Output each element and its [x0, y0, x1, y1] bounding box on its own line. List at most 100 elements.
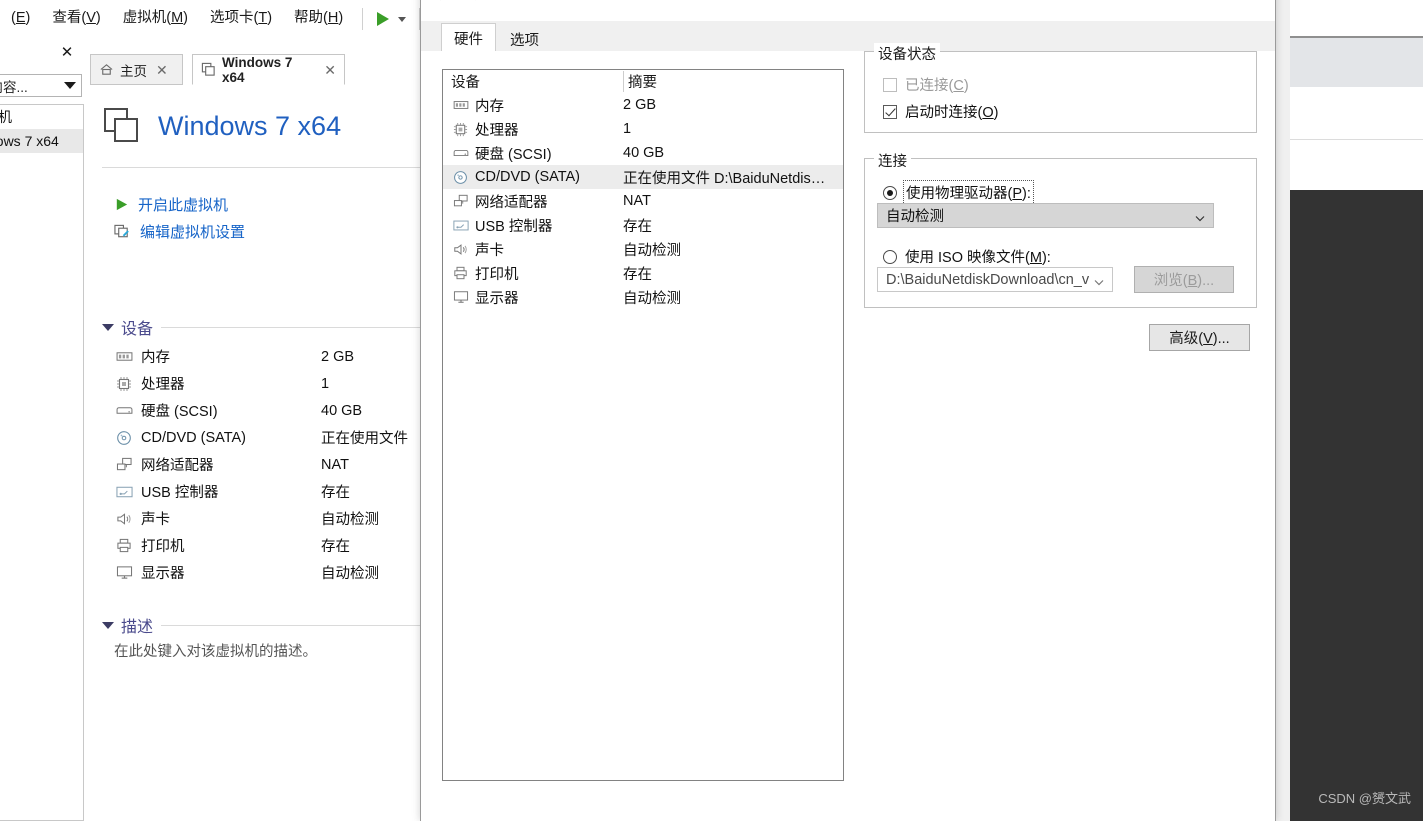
page-title: Windows 7 x64	[158, 110, 342, 141]
device-value: 存在	[321, 485, 350, 501]
section-label-description: 描述	[121, 619, 154, 636]
menu-item-view[interactable]: 查看(V)	[41, 0, 111, 37]
device-name: 显示器	[475, 290, 519, 307]
browse-button[interactable]: 浏览(B)...	[1134, 266, 1234, 293]
close-icon[interactable]: ✕	[58, 44, 76, 62]
menu-item-edit[interactable]: (E)	[0, 0, 41, 37]
hardware-list[interactable]: 设备 摘要 内存 2 GB 处理器 1 硬盘 (SCSI) 40 GB CD/D…	[442, 69, 844, 781]
physical-drive-label: 使用物理驱动器(P):	[903, 180, 1034, 205]
device-name: 处理器	[141, 377, 185, 393]
tree-item-windows7[interactable]: dows 7 x64	[0, 129, 83, 153]
list-item[interactable]: 处理器 1	[114, 370, 424, 397]
tab-windows7[interactable]: Windows 7 x64 ✕	[192, 54, 345, 85]
physical-drive-radio[interactable]	[883, 185, 897, 200]
hardware-list-header: 设备 摘要	[443, 70, 843, 93]
iso-image-radio-row[interactable]: 使用 ISO 映像文件(M):	[883, 246, 1051, 267]
connection-legend: 连接	[874, 150, 911, 171]
edit-vm-settings-link[interactable]: 编辑虚拟机设置	[114, 221, 245, 242]
search-input[interactable]: 入内容...	[0, 74, 82, 97]
description-placeholder[interactable]: 在此处键入对该虚拟机的描述。	[114, 640, 317, 661]
iso-image-label: 使用 ISO 映像文件(M):	[905, 250, 1051, 266]
table-row[interactable]: CD/DVD (SATA) 正在使用文件 D:\BaiduNetdis…	[443, 165, 843, 189]
connected-checkbox-row[interactable]: 已连接(C)	[883, 74, 969, 95]
triangle-down-icon[interactable]	[102, 621, 114, 629]
tab-home[interactable]: 主页 ✕	[90, 54, 183, 85]
list-item[interactable]: 内存 2 GB	[114, 343, 424, 370]
iso-path-select[interactable]: D:\BaiduNetdiskDownload\cn_v	[877, 267, 1113, 292]
device-summary: 正在使用文件 D:\BaiduNetdis…	[623, 170, 826, 187]
list-item[interactable]: 打印机 存在	[114, 532, 424, 559]
advanced-button[interactable]: 高级(V)...	[1149, 324, 1250, 351]
menu-item-tabs[interactable]: 选项卡(T)	[199, 0, 283, 37]
menu-item-help[interactable]: 帮助(H)	[283, 0, 354, 37]
dialog-title: 虚拟机设置	[439, 0, 514, 3]
background-strip-white-1	[1290, 87, 1423, 140]
triangle-down-icon[interactable]	[102, 323, 114, 331]
physical-drive-select[interactable]: 自动检测	[877, 203, 1214, 228]
list-item[interactable]: USB 控制器 存在	[114, 478, 424, 505]
table-row[interactable]: 处理器 1	[443, 117, 843, 141]
tree-item-my-computer[interactable]: 拟机	[0, 105, 83, 129]
cpu-icon	[451, 122, 470, 137]
vmware-workstation-window: (E) 查看(V) 虚拟机(M) 选项卡(T) 帮助(H) ✕ 入内容... 拟…	[0, 0, 1423, 821]
table-row[interactable]: 硬盘 (SCSI) 40 GB	[443, 141, 843, 165]
device-name: 网络适配器	[475, 194, 548, 211]
list-item[interactable]: CD/DVD (SATA) 正在使用文件	[114, 424, 424, 451]
close-icon[interactable]: ✕	[1235, 0, 1269, 7]
table-row[interactable]: 声卡 自动检测	[443, 237, 843, 261]
title-divider	[102, 167, 422, 168]
library-pane: ✕ 入内容... 拟机 dows 7 x64	[0, 42, 84, 821]
cpu-icon	[114, 376, 134, 392]
list-item[interactable]: 显示器 自动检测	[114, 559, 424, 586]
table-row[interactable]: 显示器 自动检测	[443, 285, 843, 309]
play-triangle-icon[interactable]	[371, 6, 394, 32]
iso-image-radio[interactable]	[883, 249, 897, 264]
section-header-description[interactable]: 描述	[102, 615, 420, 636]
printer-icon	[451, 266, 470, 280]
close-icon[interactable]: ✕	[324, 63, 336, 77]
connected-checkbox[interactable]	[883, 77, 897, 92]
harddisk-icon	[451, 147, 470, 159]
connect-at-poweron-checkbox[interactable]	[883, 104, 897, 119]
memory-icon	[451, 99, 470, 111]
display-icon	[114, 565, 134, 580]
table-row[interactable]: 网络适配器 NAT	[443, 189, 843, 213]
menu-bar: (E) 查看(V) 虚拟机(M) 选项卡(T) 帮助(H)	[0, 0, 420, 37]
iso-path-value: D:\BaiduNetdiskDownload\cn_v	[886, 271, 1090, 288]
device-name: 硬盘 (SCSI)	[475, 146, 552, 163]
device-summary: 40 GB	[623, 145, 665, 161]
device-value: 自动检测	[321, 512, 379, 528]
close-icon[interactable]: ✕	[156, 63, 168, 77]
library-tree[interactable]: 拟机 dows 7 x64	[0, 104, 84, 821]
device-name: 处理器	[475, 122, 519, 139]
tab-options[interactable]: 选项	[497, 27, 552, 52]
power-on-vm-link[interactable]: 开启此虚拟机	[114, 194, 228, 215]
search-input-value: 入内容...	[0, 79, 28, 95]
device-value: 正在使用文件	[321, 431, 408, 447]
cddvd-icon	[114, 430, 134, 446]
chevron-down-icon[interactable]	[64, 82, 76, 89]
tab-hardware[interactable]: 硬件	[441, 23, 496, 52]
section-header-devices[interactable]: 设备	[102, 317, 420, 338]
vm-window-icon	[102, 105, 142, 148]
display-icon	[451, 290, 470, 304]
list-item[interactable]: 网络适配器 NAT	[114, 451, 424, 478]
connect-at-poweron-row[interactable]: 启动时连接(O)	[883, 101, 998, 122]
chevron-down-icon[interactable]	[1195, 211, 1205, 221]
list-item[interactable]: 硬盘 (SCSI) 40 GB	[114, 397, 424, 424]
connected-label: 已连接(C)	[905, 78, 969, 94]
physical-drive-radio-row[interactable]: 使用物理驱动器(P):	[883, 180, 1034, 205]
device-value: 存在	[321, 539, 350, 555]
dialog-titlebar: 虚拟机设置 ✕	[421, 0, 1275, 7]
list-item[interactable]: 声卡 自动检测	[114, 505, 424, 532]
chevron-down-icon[interactable]	[394, 6, 411, 32]
table-row[interactable]: 内存 2 GB	[443, 93, 843, 117]
menu-item-vm[interactable]: 虚拟机(M)	[112, 0, 199, 37]
dialog-tab-strip: 硬件 选项	[421, 21, 1275, 52]
chevron-down-icon[interactable]	[1094, 275, 1104, 285]
tab-hardware-label: 硬件	[454, 31, 483, 48]
power-on-vm-label: 开启此虚拟机	[138, 197, 229, 214]
table-row[interactable]: 打印机 存在	[443, 261, 843, 285]
table-row[interactable]: USB 控制器 存在	[443, 213, 843, 237]
page-title-row: Windows 7 x64	[102, 102, 341, 150]
